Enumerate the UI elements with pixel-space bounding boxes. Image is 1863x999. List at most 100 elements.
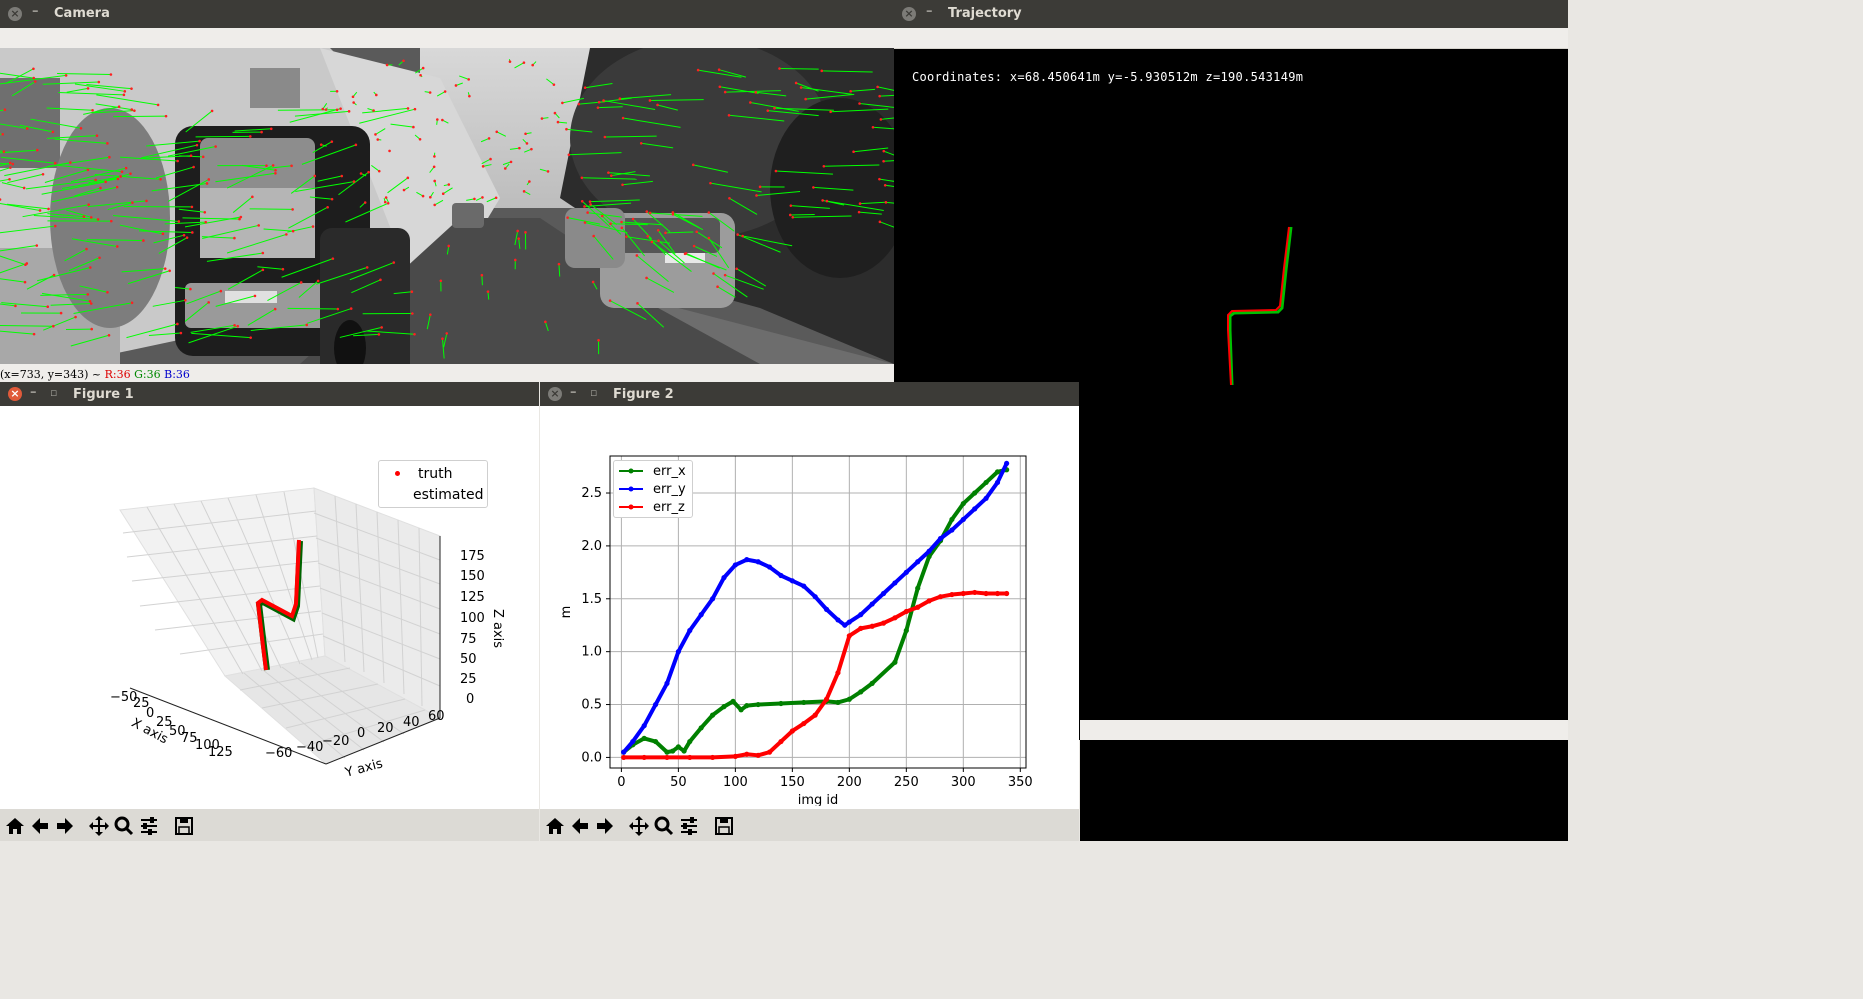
camera-window-title: Camera <box>54 6 110 21</box>
feature-point <box>168 269 171 273</box>
feature-point <box>291 208 294 211</box>
feature-point <box>363 201 367 204</box>
feature-point <box>385 63 389 67</box>
y-tick: 20 <box>377 721 394 736</box>
figure2-close-button[interactable]: × <box>548 387 562 401</box>
feature-point <box>717 68 721 71</box>
camera-minimize-button[interactable]: – <box>32 4 39 19</box>
feature-point <box>883 183 887 187</box>
forward-arrow-icon[interactable] <box>592 813 618 839</box>
pan-icon[interactable] <box>626 813 652 839</box>
feature-point <box>108 155 111 159</box>
feature-point <box>447 244 451 248</box>
feature-point <box>131 201 134 204</box>
feature-point <box>552 83 556 86</box>
x-tick-label: 250 <box>894 775 919 790</box>
feature-point <box>109 73 113 76</box>
feature-point <box>25 127 29 130</box>
feature-point <box>433 155 436 158</box>
data-point <box>937 535 944 542</box>
figure2-minimize-button[interactable]: – <box>570 385 577 400</box>
feature-point <box>597 100 601 104</box>
y-tick: 40 <box>403 715 420 730</box>
figure1-close-button[interactable]: × <box>8 387 22 401</box>
zoom-icon[interactable] <box>651 813 677 839</box>
feature-point <box>636 302 639 305</box>
feature-point <box>53 161 57 165</box>
back-arrow-icon[interactable] <box>567 813 593 839</box>
data-point <box>709 712 716 718</box>
feature-point <box>330 197 334 201</box>
feature-point <box>91 108 94 112</box>
feature-point <box>503 167 507 170</box>
feature-point <box>271 164 275 167</box>
feature-point <box>723 90 727 94</box>
trajectory-footer-strip <box>1080 720 1568 740</box>
feature-point <box>419 73 422 77</box>
feature-point <box>365 266 369 269</box>
feature-point <box>454 84 458 87</box>
home-icon[interactable] <box>542 813 568 839</box>
data-point <box>983 495 989 501</box>
feature-point <box>210 109 214 113</box>
feature-point <box>402 59 405 63</box>
feature-point <box>32 332 36 336</box>
data-point <box>738 707 744 713</box>
truth-marker <box>395 471 400 476</box>
figure2-restore-button[interactable]: ▫ <box>590 386 597 399</box>
feature-point <box>201 155 205 159</box>
x-tick-label: 200 <box>837 775 862 790</box>
feature-point <box>580 176 584 180</box>
feature-point <box>367 170 370 174</box>
feature-point <box>116 177 120 181</box>
data-point <box>652 701 659 708</box>
data-point <box>732 753 738 759</box>
data-point <box>630 738 636 745</box>
configure-subplots-icon[interactable] <box>136 813 162 839</box>
feature-point <box>354 143 358 147</box>
feature-point <box>871 126 875 129</box>
feature-point <box>163 267 167 270</box>
feature-point <box>74 315 77 319</box>
feature-point <box>857 210 861 214</box>
feature-point <box>421 66 425 70</box>
data-point <box>698 725 704 731</box>
back-arrow-icon[interactable] <box>27 813 53 839</box>
feature-point <box>884 201 888 204</box>
data-point <box>687 627 693 634</box>
feature-point <box>299 281 303 284</box>
zoom-icon[interactable] <box>111 813 137 839</box>
forward-arrow-icon[interactable] <box>52 813 78 839</box>
figure1-minimize-button[interactable]: – <box>30 385 37 400</box>
configure-subplots-icon[interactable] <box>676 813 702 839</box>
feature-point <box>316 279 320 283</box>
home-icon[interactable] <box>2 813 28 839</box>
feature-point <box>778 67 781 70</box>
save-icon[interactable] <box>171 813 197 839</box>
camera-close-button[interactable]: × <box>8 7 22 21</box>
feature-point <box>1 132 4 136</box>
data-point <box>652 738 659 745</box>
feature-point <box>205 182 209 185</box>
figure2-legend: err_x err_y err_z <box>613 460 693 518</box>
data-point <box>641 754 647 761</box>
pan-icon[interactable] <box>86 813 112 839</box>
figure1-restore-button[interactable]: ▫ <box>50 386 57 399</box>
data-point <box>721 575 727 581</box>
figure2-titlebar: × – ▫ Figure 2 <box>540 382 1079 406</box>
feature-point <box>577 102 581 106</box>
feature-point <box>347 110 351 113</box>
feature-point <box>852 150 855 154</box>
feature-point <box>120 170 124 174</box>
legend-label: err_x <box>653 463 686 479</box>
feature-point <box>530 147 533 151</box>
data-point <box>698 612 704 618</box>
save-icon[interactable] <box>711 813 737 839</box>
feature-point <box>142 239 145 242</box>
feature-point <box>445 332 449 335</box>
feature-point <box>311 225 315 228</box>
err-y-swatch <box>619 486 643 492</box>
feature-point <box>52 324 55 328</box>
feature-point <box>41 172 45 176</box>
feature-point <box>189 287 192 291</box>
